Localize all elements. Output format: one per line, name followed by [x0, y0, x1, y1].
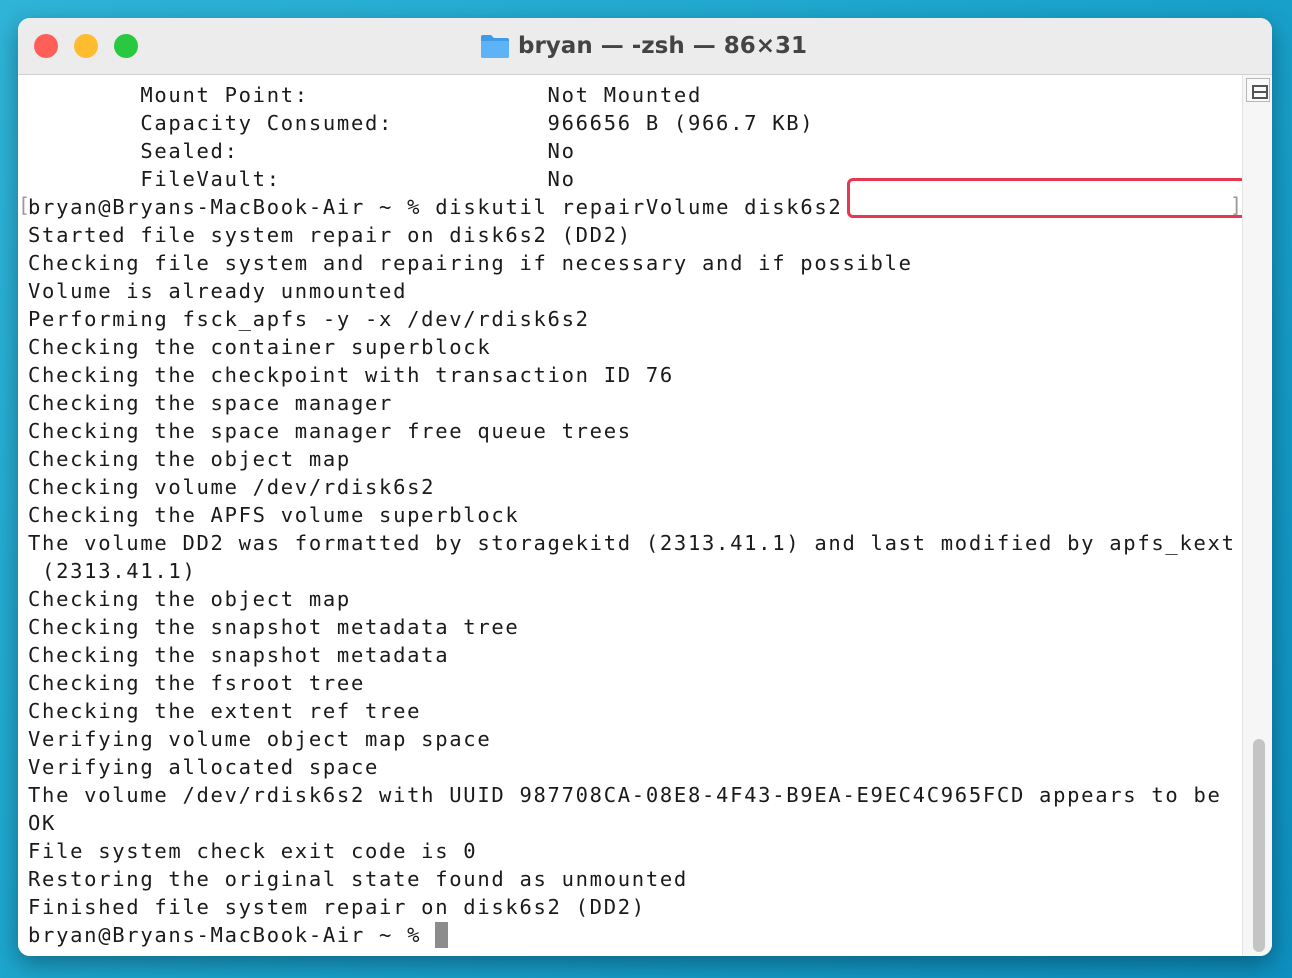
- output-line: Checking the fsroot tree: [28, 671, 366, 695]
- split-pane-button[interactable]: [1246, 78, 1270, 102]
- output-line: OK: [28, 811, 57, 835]
- active-prompt-line: bryan@Bryans-MacBook-Air ~ %: [28, 921, 1236, 949]
- output-line: Checking the snapshot metadata: [28, 643, 450, 667]
- output-line: Verifying allocated space: [28, 755, 380, 779]
- output-line: Checking the container superblock: [28, 335, 492, 359]
- terminal-output[interactable]: Mount Point: Not Mounted Capacity Consum…: [18, 75, 1242, 956]
- output-line: Checking the object map: [28, 587, 351, 611]
- output-line: Checking the extent ref tree: [28, 699, 422, 723]
- output-line: Checking the space manager: [28, 391, 394, 415]
- command-highlight-box: [847, 178, 1242, 218]
- vertical-scrollbar[interactable]: [1242, 75, 1272, 956]
- split-pane-icon: [1252, 85, 1268, 99]
- output-line: Checking volume /dev/rdisk6s2: [28, 475, 436, 499]
- output-line: Checking the snapshot metadata tree: [28, 615, 520, 639]
- close-button[interactable]: [34, 34, 58, 58]
- output-line: Capacity Consumed: 966656 B (966.7 KB): [28, 111, 815, 135]
- shell-prompt: bryan@Bryans-MacBook-Air ~ %: [28, 923, 436, 947]
- output-line: File system check exit code is 0: [28, 839, 478, 863]
- prompt-mark-left: [: [18, 193, 31, 217]
- minimize-button[interactable]: [74, 34, 98, 58]
- prompt-mark-right: ]: [1230, 193, 1242, 217]
- output-line: Volume is already unmounted: [28, 279, 408, 303]
- folder-icon: [481, 35, 509, 58]
- output-line: The volume /dev/rdisk6s2 with UUID 98770…: [28, 783, 1222, 807]
- command-line: bryan@Bryans-MacBook-Air ~ % diskutil re…: [28, 178, 1242, 221]
- terminal-window: bryan — -zsh — 86×31 Mount Point: Not Mo…: [18, 18, 1272, 956]
- text-cursor: [435, 922, 449, 948]
- output-line: (2313.41.1): [28, 559, 197, 583]
- output-line: Checking the checkpoint with transaction…: [28, 363, 674, 387]
- terminal-lines: Mount Point: Not Mounted Capacity Consum…: [28, 81, 1242, 949]
- output-line: The volume DD2 was formatted by storagek…: [28, 531, 1236, 555]
- zoom-button[interactable]: [114, 34, 138, 58]
- output-line: Checking the APFS volume superblock: [28, 503, 520, 527]
- output-line: Performing fsck_apfs -y -x /dev/rdisk6s2: [28, 307, 590, 331]
- output-line: Finished file system repair on disk6s2 (…: [28, 895, 646, 919]
- window-title-group: bryan — -zsh — 86×31: [480, 30, 807, 62]
- output-line: Checking file system and repairing if ne…: [28, 251, 913, 275]
- output-line: Sealed: No: [28, 139, 576, 163]
- output-line: Checking the space manager free queue tr…: [28, 419, 632, 443]
- output-line: Mount Point: Not Mounted: [28, 83, 703, 107]
- scrollbar-thumb[interactable]: [1253, 739, 1265, 952]
- entered-command: diskutil repairVolume disk6s2: [435, 178, 1242, 219]
- output-line: Restoring the original state found as un…: [28, 867, 688, 891]
- window-title: bryan — -zsh — 86×31: [518, 33, 808, 59]
- output-line: Verifying volume object map space: [28, 727, 492, 751]
- output-line: Started file system repair on disk6s2 (D…: [28, 223, 632, 247]
- shell-prompt: bryan@Bryans-MacBook-Air ~ %: [28, 195, 436, 219]
- command-text: diskutil repairVolume disk6s2: [435, 195, 843, 219]
- output-line: Checking the object map: [28, 447, 351, 471]
- title-bar[interactable]: bryan — -zsh — 86×31: [18, 18, 1272, 75]
